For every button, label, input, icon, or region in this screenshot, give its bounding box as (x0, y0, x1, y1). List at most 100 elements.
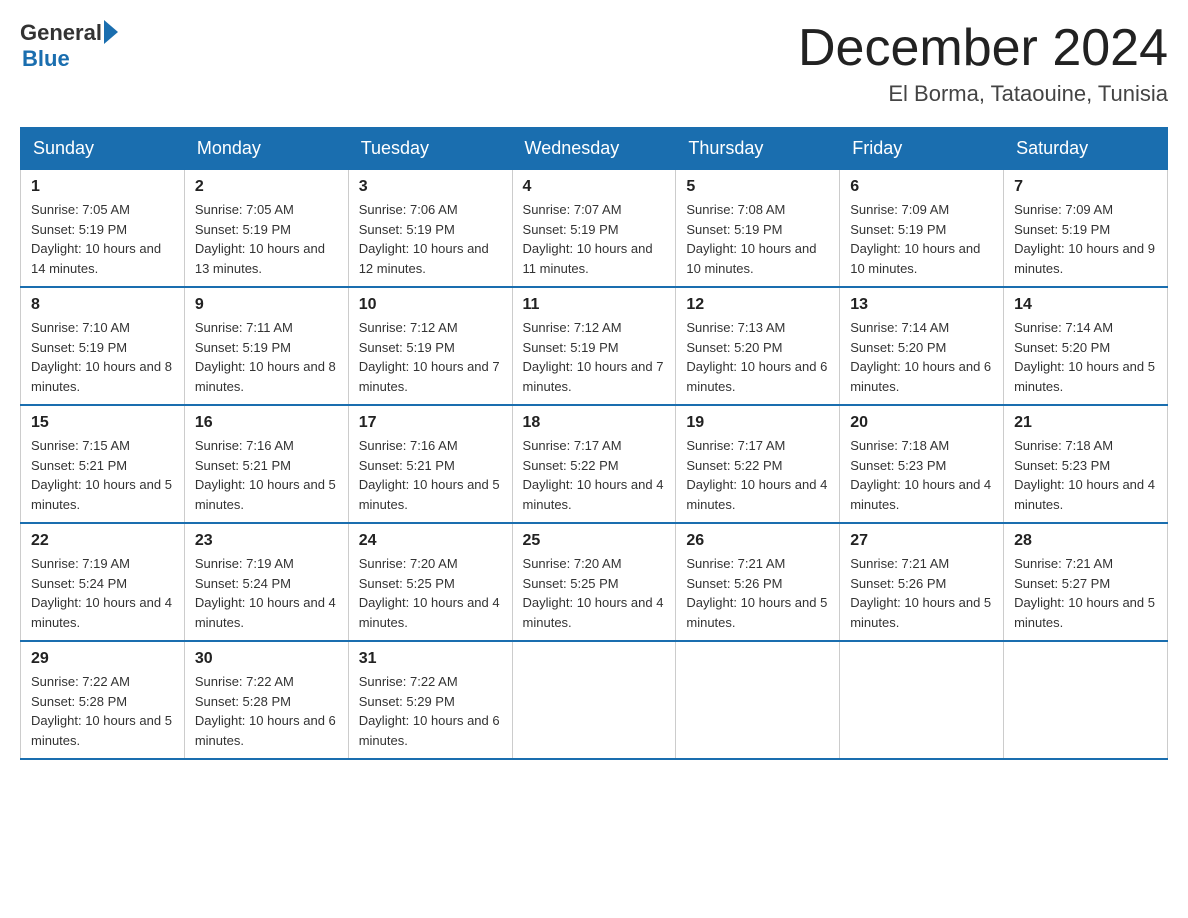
calendar-cell: 3 Sunrise: 7:06 AMSunset: 5:19 PMDaylight… (348, 170, 512, 288)
day-number: 30 (195, 650, 338, 668)
calendar-cell: 17 Sunrise: 7:16 AMSunset: 5:21 PMDayligh… (348, 405, 512, 523)
day-number: 28 (1014, 532, 1157, 550)
day-number: 2 (195, 178, 338, 196)
calendar-cell: 15Sunrise: 7:15 AMSunset: 5:21 PMDayligh… (21, 405, 185, 523)
title-section: December 2024 El Borma, Tataouine, Tunis… (798, 20, 1168, 107)
calendar-cell: 10 Sunrise: 7:12 AMSunset: 5:19 PMDayligh… (348, 287, 512, 405)
day-info: Sunrise: 7:21 AMSunset: 5:27 PMDaylight:… (1014, 554, 1157, 632)
day-info: Sunrise: 7:06 AMSunset: 5:19 PMDaylight:… (359, 200, 502, 278)
calendar-cell: 26Sunrise: 7:21 AMSunset: 5:26 PMDayligh… (676, 523, 840, 641)
day-number: 29 (31, 650, 174, 668)
calendar-cell: 1 Sunrise: 7:05 AMSunset: 5:19 PMDaylight… (21, 170, 185, 288)
day-number: 3 (359, 178, 502, 196)
day-number: 25 (523, 532, 666, 550)
calendar-cell: 2 Sunrise: 7:05 AMSunset: 5:19 PMDaylight… (184, 170, 348, 288)
calendar-cell: 7 Sunrise: 7:09 AMSunset: 5:19 PMDaylight… (1004, 170, 1168, 288)
calendar-cell: 9Sunrise: 7:11 AMSunset: 5:19 PMDaylight… (184, 287, 348, 405)
calendar-cell (1004, 641, 1168, 759)
day-number: 15 (31, 414, 174, 432)
calendar-cell: 16 Sunrise: 7:16 AMSunset: 5:21 PMDayligh… (184, 405, 348, 523)
day-info: Sunrise: 7:18 AMSunset: 5:23 PMDaylight:… (1014, 436, 1157, 514)
calendar-cell: 4Sunrise: 7:07 AMSunset: 5:19 PMDaylight… (512, 170, 676, 288)
day-info: Sunrise: 7:20 AMSunset: 5:25 PMDaylight:… (359, 554, 502, 632)
day-info: Sunrise: 7:11 AMSunset: 5:19 PMDaylight:… (195, 318, 338, 396)
calendar-cell: 31Sunrise: 7:22 AMSunset: 5:29 PMDayligh… (348, 641, 512, 759)
day-info: Sunrise: 7:10 AMSunset: 5:19 PMDaylight:… (31, 318, 174, 396)
calendar-cell: 25 Sunrise: 7:20 AMSunset: 5:25 PMDayligh… (512, 523, 676, 641)
logo-general-text: General (20, 20, 102, 46)
location: El Borma, Tataouine, Tunisia (798, 81, 1168, 107)
calendar-cell: 23 Sunrise: 7:19 AMSunset: 5:24 PMDayligh… (184, 523, 348, 641)
month-title: December 2024 (798, 20, 1168, 77)
day-number: 8 (31, 296, 174, 314)
day-info: Sunrise: 7:20 AMSunset: 5:25 PMDaylight:… (523, 554, 666, 632)
day-info: Sunrise: 7:22 AMSunset: 5:29 PMDaylight:… (359, 672, 502, 750)
weekday-header-saturday: Saturday (1004, 128, 1168, 170)
calendar-cell: 21 Sunrise: 7:18 AMSunset: 5:23 PMDayligh… (1004, 405, 1168, 523)
weekday-header-tuesday: Tuesday (348, 128, 512, 170)
day-number: 6 (850, 178, 993, 196)
day-number: 1 (31, 178, 174, 196)
weekday-header-friday: Friday (840, 128, 1004, 170)
calendar-week-row: 15Sunrise: 7:15 AMSunset: 5:21 PMDayligh… (21, 405, 1168, 523)
logo: General Blue (20, 20, 118, 72)
day-number: 24 (359, 532, 502, 550)
calendar-cell: 5Sunrise: 7:08 AMSunset: 5:19 PMDaylight… (676, 170, 840, 288)
day-info: Sunrise: 7:22 AMSunset: 5:28 PMDaylight:… (195, 672, 338, 750)
day-number: 16 (195, 414, 338, 432)
calendar-table: SundayMondayTuesdayWednesdayThursdayFrid… (20, 127, 1168, 760)
day-info: Sunrise: 7:22 AMSunset: 5:28 PMDaylight:… (31, 672, 174, 750)
day-info: Sunrise: 7:12 AMSunset: 5:19 PMDaylight:… (359, 318, 502, 396)
day-number: 27 (850, 532, 993, 550)
calendar-cell: 28 Sunrise: 7:21 AMSunset: 5:27 PMDayligh… (1004, 523, 1168, 641)
calendar-cell: 8 Sunrise: 7:10 AMSunset: 5:19 PMDaylight… (21, 287, 185, 405)
day-info: Sunrise: 7:21 AMSunset: 5:26 PMDaylight:… (686, 554, 829, 632)
day-number: 11 (523, 296, 666, 314)
day-number: 10 (359, 296, 502, 314)
weekday-header-monday: Monday (184, 128, 348, 170)
day-info: Sunrise: 7:18 AMSunset: 5:23 PMDaylight:… (850, 436, 993, 514)
calendar-cell (676, 641, 840, 759)
day-info: Sunrise: 7:19 AMSunset: 5:24 PMDaylight:… (195, 554, 338, 632)
day-info: Sunrise: 7:12 AMSunset: 5:19 PMDaylight:… (523, 318, 666, 396)
day-number: 21 (1014, 414, 1157, 432)
day-number: 23 (195, 532, 338, 550)
weekday-header-thursday: Thursday (676, 128, 840, 170)
day-info: Sunrise: 7:09 AMSunset: 5:19 PMDaylight:… (1014, 200, 1157, 278)
day-info: Sunrise: 7:17 AMSunset: 5:22 PMDaylight:… (523, 436, 666, 514)
weekday-header-wednesday: Wednesday (512, 128, 676, 170)
day-info: Sunrise: 7:09 AMSunset: 5:19 PMDaylight:… (850, 200, 993, 278)
day-info: Sunrise: 7:14 AMSunset: 5:20 PMDaylight:… (850, 318, 993, 396)
calendar-cell: 27 Sunrise: 7:21 AMSunset: 5:26 PMDayligh… (840, 523, 1004, 641)
calendar-cell: 30 Sunrise: 7:22 AMSunset: 5:28 PMDayligh… (184, 641, 348, 759)
day-number: 18 (523, 414, 666, 432)
logo-blue-text: Blue (22, 46, 70, 72)
weekday-header-sunday: Sunday (21, 128, 185, 170)
calendar-cell (840, 641, 1004, 759)
calendar-cell: 19Sunrise: 7:17 AMSunset: 5:22 PMDayligh… (676, 405, 840, 523)
day-number: 4 (523, 178, 666, 196)
day-number: 7 (1014, 178, 1157, 196)
page-header: General Blue December 2024 El Borma, Tat… (20, 20, 1168, 107)
calendar-week-row: 8 Sunrise: 7:10 AMSunset: 5:19 PMDaylight… (21, 287, 1168, 405)
day-number: 22 (31, 532, 174, 550)
day-info: Sunrise: 7:08 AMSunset: 5:19 PMDaylight:… (686, 200, 829, 278)
day-info: Sunrise: 7:21 AMSunset: 5:26 PMDaylight:… (850, 554, 993, 632)
day-info: Sunrise: 7:16 AMSunset: 5:21 PMDaylight:… (195, 436, 338, 514)
calendar-cell: 6 Sunrise: 7:09 AMSunset: 5:19 PMDaylight… (840, 170, 1004, 288)
calendar-cell: 11 Sunrise: 7:12 AMSunset: 5:19 PMDayligh… (512, 287, 676, 405)
calendar-cell (512, 641, 676, 759)
day-number: 17 (359, 414, 502, 432)
day-number: 14 (1014, 296, 1157, 314)
day-number: 12 (686, 296, 829, 314)
calendar-cell: 24 Sunrise: 7:20 AMSunset: 5:25 PMDayligh… (348, 523, 512, 641)
calendar-week-row: 1 Sunrise: 7:05 AMSunset: 5:19 PMDaylight… (21, 170, 1168, 288)
day-info: Sunrise: 7:05 AMSunset: 5:19 PMDaylight:… (195, 200, 338, 278)
day-info: Sunrise: 7:05 AMSunset: 5:19 PMDaylight:… (31, 200, 174, 278)
day-info: Sunrise: 7:16 AMSunset: 5:21 PMDaylight:… (359, 436, 502, 514)
day-number: 20 (850, 414, 993, 432)
day-number: 19 (686, 414, 829, 432)
logo-arrow-icon (104, 20, 118, 44)
calendar-cell: 29 Sunrise: 7:22 AMSunset: 5:28 PMDayligh… (21, 641, 185, 759)
calendar-week-row: 29 Sunrise: 7:22 AMSunset: 5:28 PMDayligh… (21, 641, 1168, 759)
